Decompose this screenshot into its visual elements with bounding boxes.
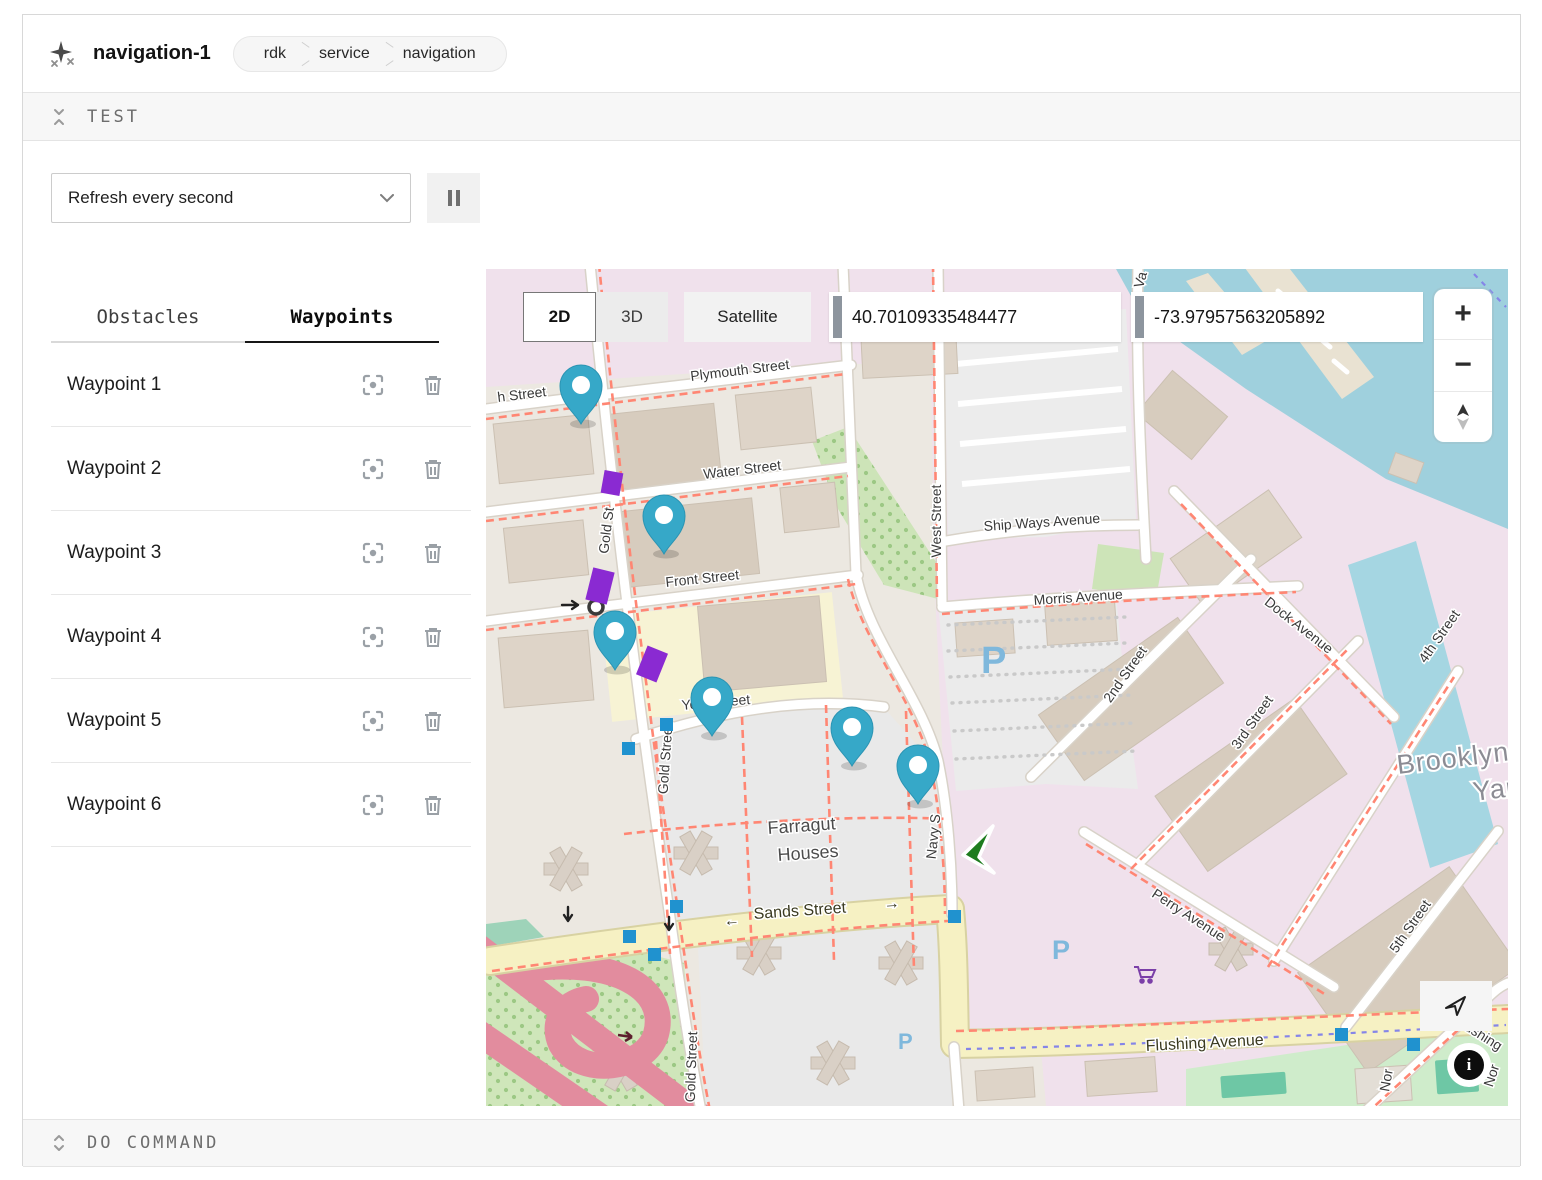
waypoint-row: Waypoint 2: [51, 427, 471, 511]
breadcrumb-chevron-icon: [298, 43, 307, 65]
map-attribution-button[interactable]: i: [1447, 1043, 1491, 1087]
waypoint-row: Waypoint 4: [51, 595, 471, 679]
refresh-rate-select[interactable]: Refresh every second: [51, 173, 411, 223]
focus-waypoint-icon[interactable]: [361, 793, 385, 817]
card-header: navigation-1 rdk service navigation: [23, 15, 1520, 93]
map-yard-paved: [944, 309, 1136, 539]
breadcrumb-item: navigation: [393, 45, 486, 63]
district-label: Yard: [1471, 770, 1508, 807]
waypoint-row: Waypoint 5: [51, 679, 471, 763]
waypoint-row: Waypoint 3: [51, 511, 471, 595]
latitude-field: [829, 292, 1121, 342]
tab-obstacles[interactable]: Obstacles: [51, 293, 245, 343]
zoom-out-button[interactable]: −: [1434, 340, 1492, 391]
zoom-in-button[interactable]: +: [1434, 289, 1492, 340]
map-pool: [1220, 1072, 1286, 1098]
waypoint-row: Waypoint 6: [51, 763, 471, 847]
street-label: Gold Street: [682, 1031, 700, 1102]
refresh-rate-value: Refresh every second: [68, 188, 380, 208]
sands-arrow-right: →: [883, 895, 900, 913]
navigation-service-card: navigation-1 rdk service navigation TEST…: [22, 14, 1521, 1166]
delete-waypoint-icon[interactable]: [421, 541, 445, 565]
waypoint-name: Waypoint 3: [67, 542, 361, 564]
delete-waypoint-icon[interactable]: [421, 373, 445, 397]
delete-waypoint-icon[interactable]: [421, 793, 445, 817]
drag-handle[interactable]: [1135, 296, 1144, 338]
do-command-section-header[interactable]: DO COMMAND: [23, 1119, 1520, 1167]
pause-icon: [446, 189, 462, 207]
parking-icon: P: [981, 640, 1006, 682]
longitude-field: [1131, 292, 1423, 342]
latitude-input[interactable]: [852, 307, 1107, 328]
compass-button[interactable]: [1434, 392, 1492, 442]
focus-waypoint-icon[interactable]: [361, 625, 385, 649]
focus-waypoint-icon[interactable]: [361, 373, 385, 397]
waypoint-name: Waypoint 6: [67, 794, 361, 816]
delete-waypoint-icon[interactable]: [421, 709, 445, 733]
longitude-input[interactable]: [1154, 307, 1409, 328]
navigation-service-icon: [49, 40, 77, 68]
page-title: navigation-1: [93, 42, 211, 65]
test-section-header[interactable]: TEST: [23, 93, 1520, 141]
expand-icon: [51, 1133, 67, 1153]
map-zoom-control: + −: [1434, 289, 1492, 442]
navigation-map[interactable]: P P P Plymouth Street h Street Water Str…: [486, 269, 1508, 1106]
parking-icon: P: [1052, 935, 1070, 965]
breadcrumb-chevron-icon: [382, 43, 391, 65]
test-section-label: TEST: [87, 107, 140, 127]
map-canvas[interactable]: P P P Plymouth Street h Street Water Str…: [486, 269, 1508, 1106]
breadcrumb-item: service: [309, 45, 380, 63]
waypoint-name: Waypoint 4: [67, 626, 361, 648]
sands-arrow-left: ←: [723, 912, 740, 930]
focus-waypoint-icon[interactable]: [361, 541, 385, 565]
obstacle[interactable]: [601, 470, 624, 496]
info-icon: i: [1454, 1050, 1484, 1080]
center-on-robot-button[interactable]: [1420, 981, 1492, 1031]
street-label: West Street: [928, 484, 944, 557]
focus-waypoint-icon[interactable]: [361, 709, 385, 733]
chevron-down-icon: [380, 194, 394, 203]
delete-waypoint-icon[interactable]: [421, 457, 445, 481]
locate-arrow-icon: [1443, 993, 1469, 1019]
place-label: Houses: [777, 841, 839, 865]
focus-waypoint-icon[interactable]: [361, 457, 385, 481]
pause-button[interactable]: [427, 173, 480, 223]
breadcrumb: rdk service navigation: [233, 36, 507, 72]
compass-needle-icon: [1453, 403, 1473, 431]
waypoint-name: Waypoint 2: [67, 458, 361, 480]
waypoint-name: Waypoint 1: [67, 374, 361, 396]
tab-waypoints[interactable]: Waypoints: [245, 293, 439, 343]
drag-handle[interactable]: [833, 296, 842, 338]
map-mode-2d-button[interactable]: 2D: [523, 292, 596, 342]
panel-tabs: Obstacles Waypoints: [51, 293, 439, 343]
map-mode-3d-button[interactable]: 3D: [596, 292, 668, 342]
delete-waypoint-icon[interactable]: [421, 625, 445, 649]
satellite-toggle-button[interactable]: Satellite: [684, 292, 811, 342]
collapse-icon: [51, 107, 67, 127]
parking-icon: P: [898, 1029, 913, 1054]
waypoint-row: Waypoint 1: [51, 343, 471, 427]
do-command-label: DO COMMAND: [87, 1133, 219, 1153]
waypoints-panel: Obstacles Waypoints Waypoint 1 Waypoint …: [51, 293, 471, 847]
breadcrumb-item: rdk: [254, 45, 296, 63]
waypoint-name: Waypoint 5: [67, 710, 361, 732]
